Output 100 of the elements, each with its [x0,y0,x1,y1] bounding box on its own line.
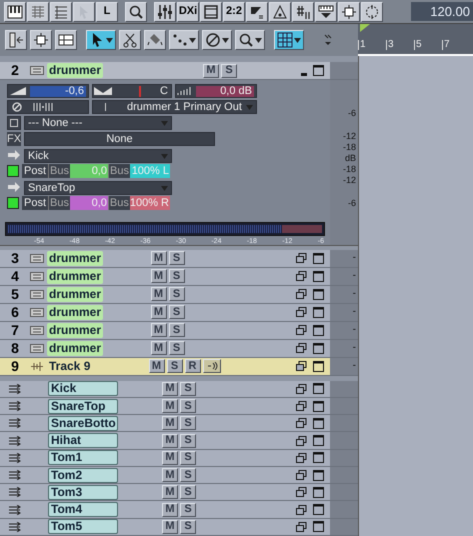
solo-button[interactable]: S [180,450,196,465]
restore-icon[interactable] [296,522,307,532]
toolbar-button[interactable] [200,2,222,22]
bus-name[interactable]: Tom2 [48,468,118,483]
restore-icon[interactable] [296,253,307,264]
track-header[interactable]: 8 drummer M S [0,340,330,357]
track-header[interactable]: Kick M S [0,380,330,397]
track-header[interactable]: 7 drummer M S [0,322,330,339]
restore-icon[interactable] [296,401,307,411]
toolbar-button[interactable]: DXi [177,2,199,22]
solo-button[interactable]: S [168,323,184,338]
bus-name[interactable]: Hihat [48,433,118,448]
maximize-icon[interactable] [313,452,324,464]
restore-icon[interactable] [296,436,307,446]
track-name[interactable]: drummer [47,250,104,266]
bus-name[interactable]: SnareBotto [48,416,118,431]
restore-icon[interactable] [296,307,307,318]
solo-button[interactable]: S [180,502,196,517]
toolbar-button[interactable] [154,2,176,22]
maximize-icon[interactable] [313,400,324,412]
input-icon-field[interactable] [7,116,21,130]
maximize-icon[interactable] [313,521,324,532]
maximize-icon[interactable] [313,360,324,372]
input-echo-button[interactable] [202,359,220,374]
maximize-icon[interactable] [313,486,324,498]
tool-button[interactable] [5,30,27,50]
restore-icon[interactable] [296,343,307,354]
mute-button[interactable]: M [150,305,166,320]
restore-icon[interactable] [296,325,307,336]
track-header[interactable]: Tom5 M S [0,518,330,535]
track-name[interactable]: Track 9 [47,358,99,374]
solo-button[interactable]: S [168,269,184,284]
maximize-icon[interactable] [312,288,324,300]
toolbar-button[interactable] [125,2,147,22]
toolbar-button[interactable] [27,2,49,22]
maximize-icon[interactable] [313,435,324,446]
track-name[interactable]: drummer [47,322,104,338]
pan-field[interactable]: C [92,84,172,98]
track-header[interactable]: SnareTop M S [0,398,330,414]
tool-button[interactable] [86,30,116,50]
mute-button[interactable]: M [162,520,178,534]
phase-field[interactable] [7,100,89,114]
clips-pane[interactable] [358,56,473,536]
volume-field[interactable]: -0,6 [7,84,89,98]
toolbar-button[interactable] [4,2,26,22]
track-header[interactable]: Hihat M S [0,432,330,449]
chevron-icon[interactable] [324,34,332,46]
restore-icon[interactable] [296,504,307,515]
solo-button[interactable]: S [180,416,196,430]
timeline-ruler[interactable]: 1 3 5 7 [358,24,473,56]
fx-bin[interactable]: None [24,132,215,146]
mute-button[interactable]: M [162,399,178,413]
tempo-field[interactable]: 120.00 [411,2,473,21]
mute-button[interactable]: M [162,416,178,430]
restore-icon[interactable] [296,361,307,372]
send-dropdown[interactable]: Kick [24,149,172,163]
maximize-icon[interactable] [312,324,324,336]
restore-icon[interactable] [296,271,307,282]
track-name[interactable]: drummer [47,340,104,356]
toolbar-button[interactable] [269,2,291,22]
tool-button[interactable] [169,30,199,50]
tool-button[interactable] [144,30,166,50]
mute-button[interactable]: M [150,287,166,302]
mute-button[interactable]: M [150,269,166,284]
maximize-icon[interactable] [312,342,324,354]
maximize-icon[interactable] [313,65,324,76]
restore-icon[interactable] [296,384,307,394]
maximize-icon[interactable] [313,418,324,429]
solo-button[interactable]: S [168,305,184,320]
send-dropdown[interactable]: SnareTop [24,181,172,195]
bus-name[interactable]: SnareTop [48,398,118,414]
maximize-icon[interactable] [313,470,324,481]
output-dropdown[interactable]: drummer 1 Primary Out [92,100,257,114]
maximize-icon[interactable] [313,504,324,516]
track-name[interactable]: drummer [47,268,104,284]
track-name[interactable]: drummer [47,286,104,302]
track-name[interactable]: drummer [47,304,104,320]
bus-name[interactable]: Tom5 [48,519,118,534]
solo-button[interactable]: S [168,287,184,302]
mute-button[interactable]: M [203,64,219,78]
restore-icon[interactable] [296,452,307,463]
toolbar-button[interactable] [315,2,337,22]
input-dropdown[interactable]: --- None --- [24,116,172,130]
solo-button[interactable]: S [168,341,184,356]
track-header[interactable]: 4 drummer M S [0,268,330,285]
track-header[interactable]: 5 drummer M S [0,286,330,303]
track-header[interactable]: 3 drummer M S [0,250,330,267]
bus-name[interactable]: Tom3 [48,484,118,500]
tool-button[interactable] [55,30,77,50]
bus-name[interactable]: Kick [48,381,118,396]
track-header[interactable]: Tom4 M S [0,501,330,518]
maximize-icon[interactable] [313,383,324,394]
bus-name[interactable]: Tom4 [48,502,118,518]
restore-icon[interactable] [296,418,307,428]
record-button[interactable]: R [184,359,200,374]
mute-button[interactable]: M [162,468,178,482]
toolbar-button[interactable]: 2:2 [223,2,245,22]
tool-button[interactable] [30,30,52,50]
mute-button[interactable]: M [150,251,166,266]
mute-button[interactable]: M [150,341,166,356]
